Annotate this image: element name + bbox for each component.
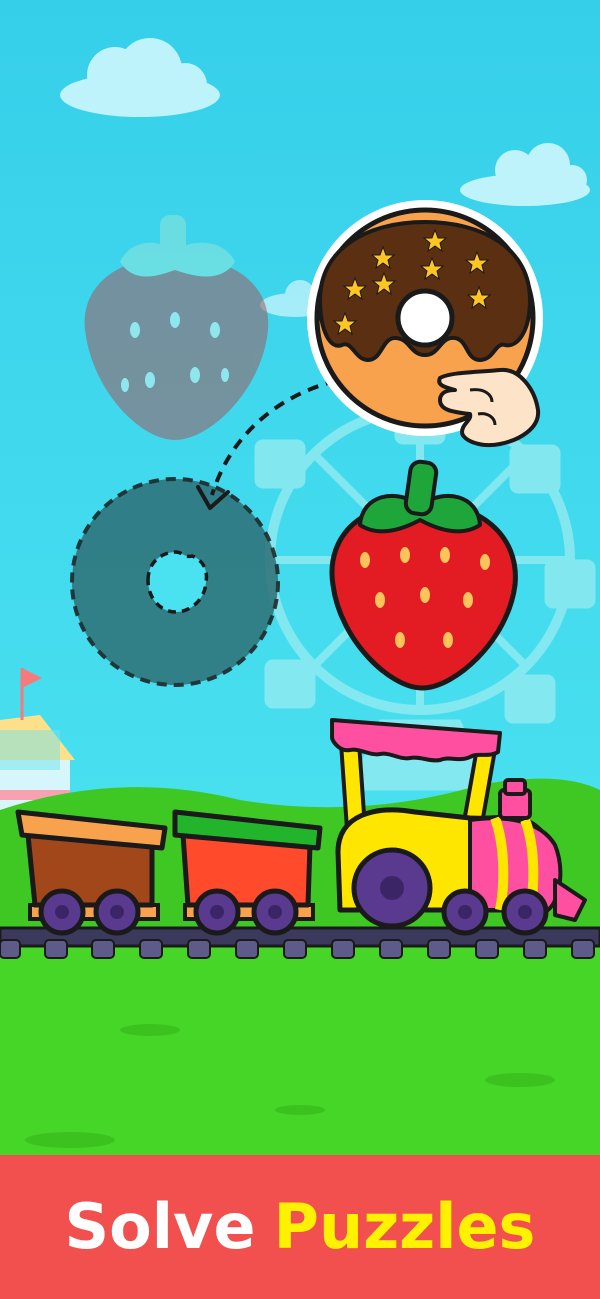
donut-slot[interactable] — [70, 477, 280, 687]
caption-text: Solve Puzzles — [65, 1196, 536, 1258]
caption-word-solve: Solve — [64, 1190, 256, 1263]
grass — [0, 940, 600, 1155]
train-car-brown — [15, 809, 168, 936]
game-scene — [0, 0, 600, 1155]
caption-banner: Solve Puzzles — [0, 1155, 600, 1299]
train-car-green — [172, 809, 323, 936]
caption-word-puzzles: Puzzles — [273, 1190, 536, 1263]
